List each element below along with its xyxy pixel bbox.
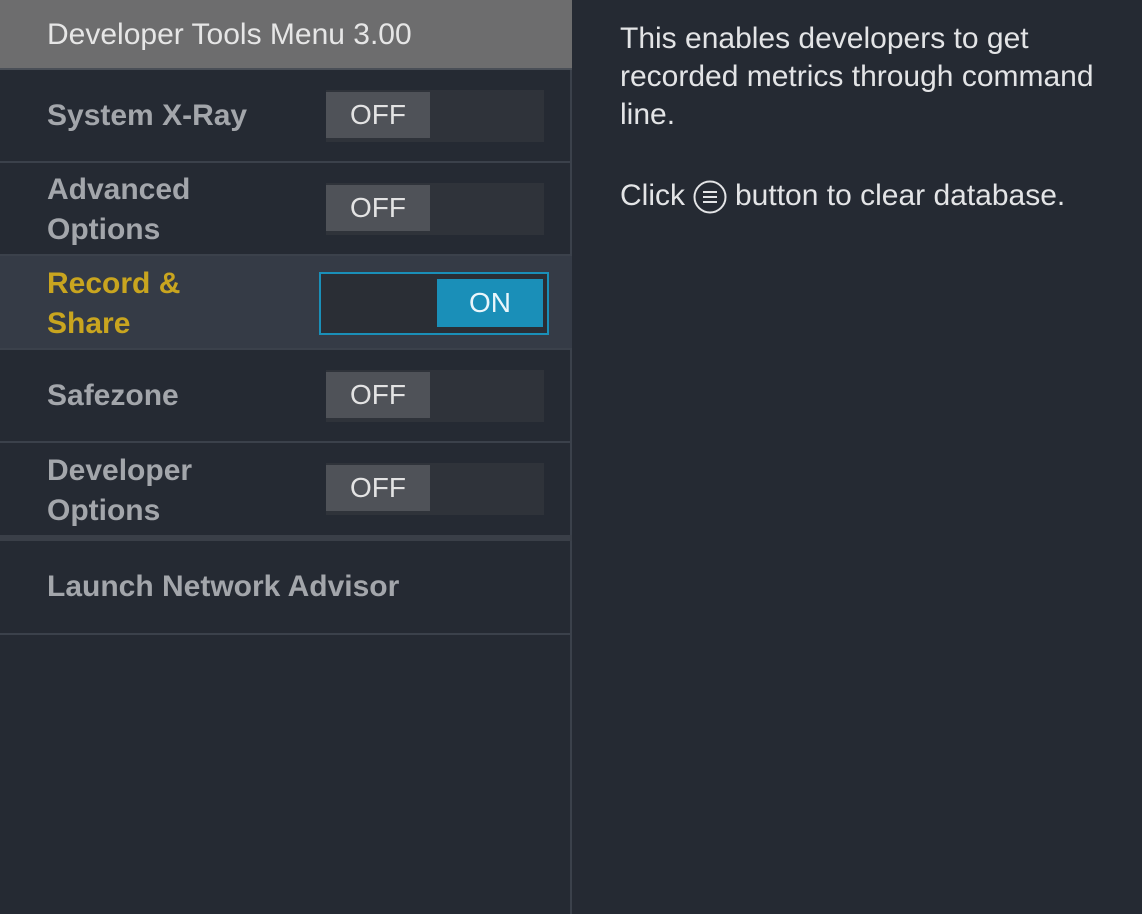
toggle-knob: OFF (326, 372, 430, 418)
menu-item-label-line2: Options (47, 494, 161, 527)
menu-item-label: System X-Ray (47, 99, 248, 132)
hint-prefix: Click (620, 179, 685, 212)
toggle-knob: OFF (326, 185, 430, 231)
toggle-knob: ON (437, 279, 543, 327)
menu-item-advanced-options[interactable]: Advanced Options OFF (0, 163, 572, 256)
toggle-knob: OFF (326, 465, 430, 511)
menu-item-label-line2: Options (47, 213, 161, 246)
advanced-options-toggle[interactable]: OFF (326, 183, 544, 235)
clear-database-hint: Click button to clear database. (620, 176, 1065, 216)
menu-item-safezone[interactable]: Safezone OFF (0, 350, 572, 443)
menu-item-label-line1: Record & (47, 267, 181, 300)
menu-item-launch-network-advisor[interactable]: Launch Network Advisor (0, 541, 572, 635)
menu-item-developer-options[interactable]: Developer Options OFF (0, 443, 572, 535)
menu-item-record-share[interactable]: Record & Share ON (0, 256, 572, 350)
hint-suffix: button to clear database. (735, 179, 1066, 212)
toggle-knob: OFF (326, 92, 430, 138)
menu-item-label: Launch Network Advisor (47, 570, 400, 603)
description-panel: This enables developers to get recorded … (574, 0, 1142, 914)
menu-item-system-xray[interactable]: System X-Ray OFF (0, 70, 572, 163)
developer-menu-panel: Developer Tools Menu 3.00 System X-Ray O… (0, 0, 572, 914)
menu-circle-icon (693, 180, 727, 214)
developer-options-toggle[interactable]: OFF (326, 463, 544, 515)
menu-title: Developer Tools Menu 3.00 (47, 18, 412, 51)
menu-header: Developer Tools Menu 3.00 (0, 0, 572, 70)
menu-item-label-line2: Share (47, 307, 131, 340)
safezone-toggle[interactable]: OFF (326, 370, 544, 422)
menu-item-label-line1: Advanced (47, 173, 191, 206)
description-text: This enables developers to get recorded … (620, 22, 1094, 131)
menu-item-label-line1: Developer (47, 454, 193, 487)
record-share-toggle[interactable]: ON (319, 272, 549, 335)
system-xray-toggle[interactable]: OFF (326, 90, 544, 142)
menu-item-label: Safezone (47, 379, 179, 412)
